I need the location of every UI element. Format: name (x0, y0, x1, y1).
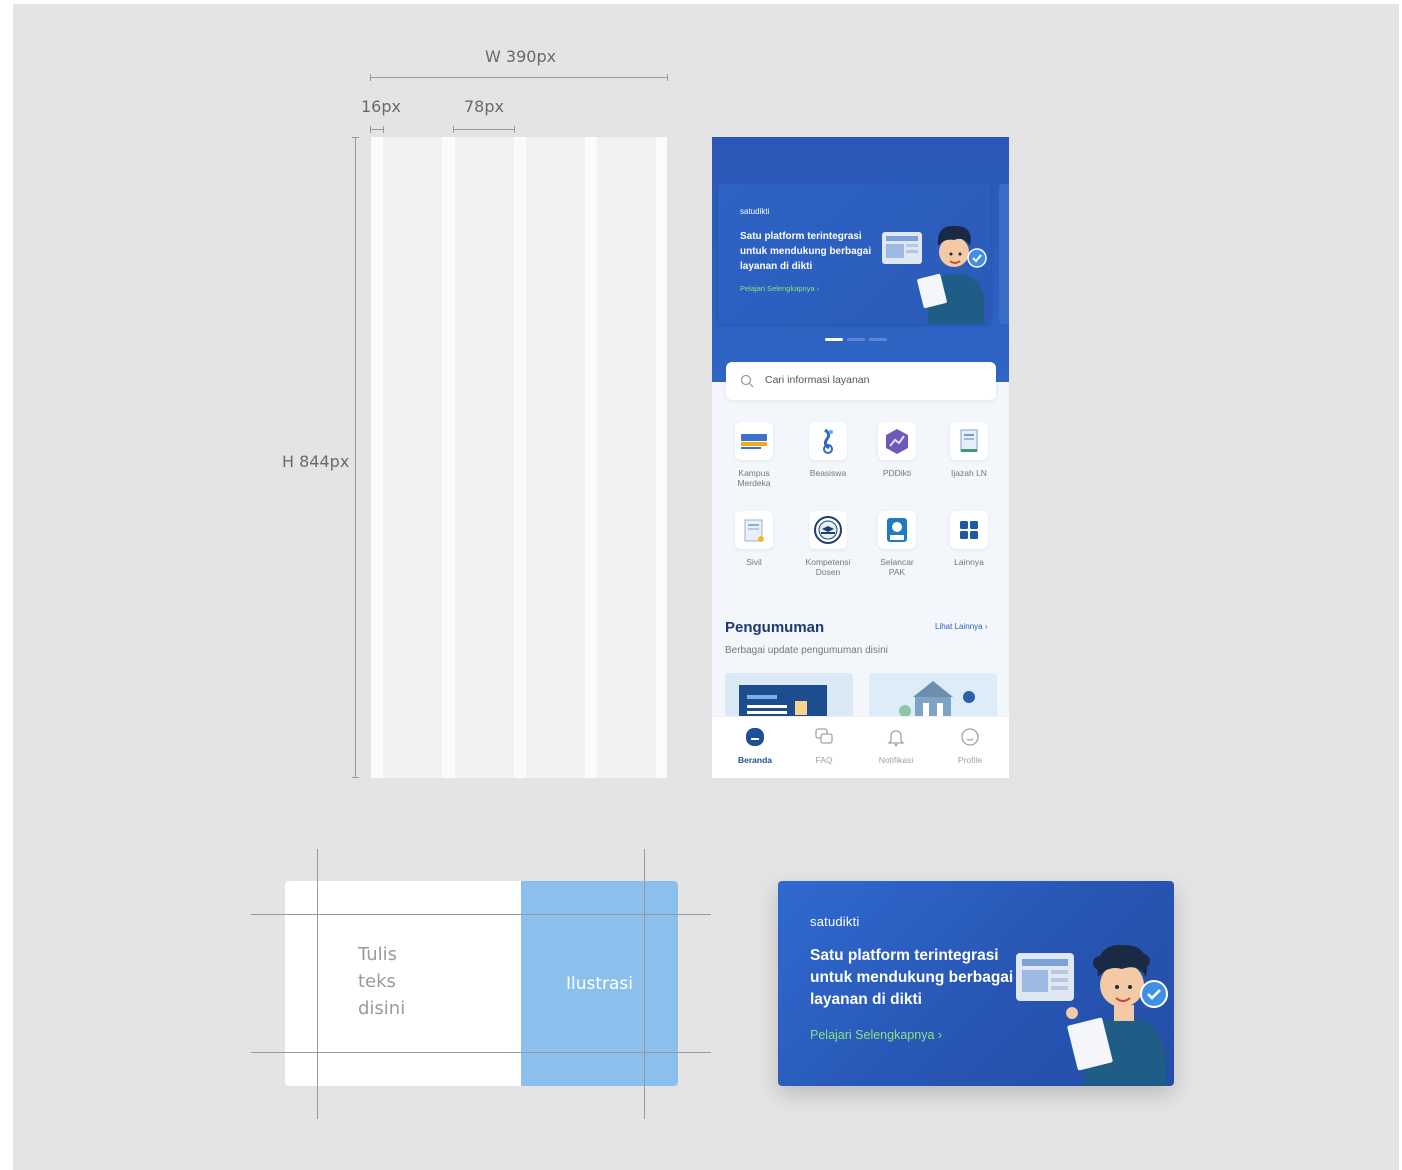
satudikti-logo: satudikti (740, 207, 770, 216)
carousel-dot[interactable] (847, 338, 865, 341)
pddikti-icon (878, 422, 916, 460)
service-ijazah-ln[interactable]: Ijazah LN (937, 422, 1001, 478)
design-canvas (13, 4, 1399, 1170)
service-label: Kampus Merdeka (737, 468, 771, 488)
profile-icon (961, 728, 979, 746)
faq-icon (815, 728, 833, 744)
service-label: Lainnya (954, 557, 984, 567)
tab-beranda[interactable]: Beranda (725, 727, 785, 765)
margin-label: 16px (361, 97, 401, 116)
margin-tick-left (370, 126, 371, 133)
illustration-area: Ilustrasi (521, 881, 678, 1086)
illustration-label: Ilustrasi (565, 974, 634, 994)
banner-title: Satu platform terintegrasi untuk menduku… (740, 231, 872, 272)
kampus-merdeka-logo-icon (735, 422, 773, 460)
width-label: W 390px (485, 47, 557, 66)
guide-line-bottom (251, 1052, 711, 1053)
learn-more-link[interactable]: Pelajari Selengkapnya › (810, 1028, 942, 1042)
next-banner-peek (999, 184, 1009, 324)
grid-column-1 (383, 137, 442, 778)
selancar-icon (878, 511, 916, 549)
service-label: Selancar PAK (880, 557, 914, 577)
service-label: Kompetensi Dosen (805, 557, 851, 577)
service-label: Beasiswa (809, 468, 847, 478)
search-placeholder: Cari informasi layanan (765, 374, 870, 386)
learn-more-link[interactable]: Pelajari Selengkapnya › (740, 284, 819, 293)
promo-banner-large[interactable]: satudikti Satu platform terintegrasi unt… (778, 881, 1174, 1086)
tab-faq[interactable]: FAQ (794, 727, 854, 765)
height-tick-bottom (352, 777, 359, 778)
service-label: PDDikti (882, 468, 912, 478)
margin-tick-right (383, 126, 384, 133)
tab-profile[interactable]: Profile (940, 727, 1000, 765)
tab-label: FAQ (815, 755, 833, 765)
guide-line-right (644, 849, 645, 1119)
sketch-text-placeholder: Tulis teks disini (358, 944, 406, 1019)
width-tick-right (667, 74, 668, 81)
service-sivil[interactable]: Sivil (722, 511, 786, 567)
see-more-link[interactable]: Lihat Lainnya › (935, 622, 987, 631)
service-beasiswa[interactable]: Beasiswa (796, 422, 860, 478)
home-icon (746, 728, 764, 746)
ijazah-icon (950, 422, 988, 460)
column-tick-left (453, 126, 454, 133)
phone-mockup: satudikti Satu platform terintegrasi unt… (712, 137, 1009, 778)
person-illustration (1016, 944, 1168, 1086)
height-label: H 844px (282, 452, 350, 471)
announcements-title: Pengumuman (725, 619, 825, 636)
column-label: 78px (464, 97, 504, 116)
service-label: Sivil (746, 557, 762, 567)
tab-notifikasi[interactable]: Notifikasi (866, 727, 926, 765)
bell-icon (887, 730, 905, 747)
width-tick-left (370, 74, 371, 81)
grid-column-4 (597, 137, 656, 778)
layout-grid (371, 137, 667, 778)
grid-column-2 (455, 137, 514, 778)
banner-title: Satu platform terintegrasi untuk menduku… (810, 947, 1014, 1008)
service-lainnya[interactable]: Lainnya (937, 511, 1001, 567)
carousel-dot[interactable] (869, 338, 887, 341)
guide-line-left (317, 849, 318, 1119)
margin-dimension-line (370, 129, 384, 130)
carousel-dot-active[interactable] (825, 338, 843, 341)
tab-label: Beranda (737, 755, 772, 765)
person-illustration (882, 225, 987, 324)
tab-label: Profile (957, 755, 983, 765)
bottom-navigation: Beranda FAQ Notifikasi Profile (712, 716, 1009, 778)
service-label: Ijazah LN (951, 468, 987, 478)
service-kampus-merdeka[interactable]: Kampus Merdeka (722, 422, 786, 488)
banner-layout-sketch: Tulis teks disini Ilustrasi (285, 881, 678, 1086)
height-tick-top (352, 137, 359, 138)
sivil-icon (735, 511, 773, 549)
tab-label: Notifikasi (878, 755, 914, 765)
grid-icon (950, 511, 988, 549)
service-kompetensi-dosen[interactable]: Kompetensi Dosen (796, 511, 860, 577)
service-selancar-pak[interactable]: Selancar PAK (865, 511, 929, 577)
width-dimension-line (370, 77, 668, 78)
announcements-subtitle: Berbagai update pengumuman disini (725, 645, 888, 656)
search-input[interactable]: Cari informasi layanan (726, 362, 996, 400)
satudikti-logo: satudikti (810, 914, 860, 929)
grid-column-3 (526, 137, 585, 778)
column-dimension-line (453, 129, 515, 130)
search-icon (740, 374, 754, 388)
guide-line-top (251, 914, 711, 915)
column-tick-right (514, 126, 515, 133)
beasiswa-icon (809, 422, 847, 460)
service-pddikti[interactable]: PDDikti (865, 422, 929, 478)
promo-banner[interactable]: satudikti Satu platform terintegrasi unt… (718, 184, 991, 324)
height-dimension-line (355, 137, 356, 778)
kompetensi-icon (809, 511, 847, 549)
